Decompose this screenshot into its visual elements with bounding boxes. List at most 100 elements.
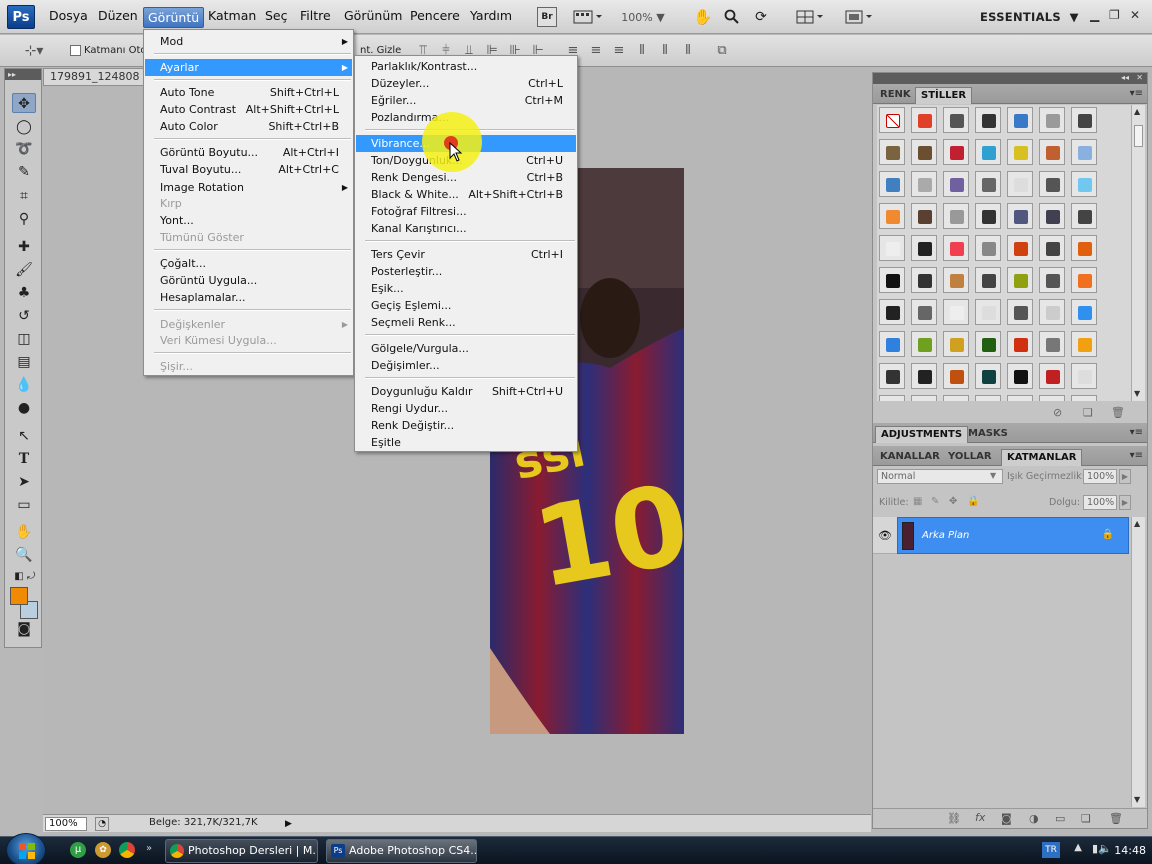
toolbox-header[interactable]: ▸▸ [5,69,41,80]
direct-select-tool-icon[interactable]: ➤ [12,472,36,492]
style-swatch[interactable] [1039,267,1065,293]
tab-renk[interactable]: RENK [875,87,916,104]
view-extras-button[interactable] [570,7,606,27]
menu-goruntu[interactable]: Görüntü [143,7,205,28]
distribute-hcenter-icon[interactable]: ⦀ [657,43,673,59]
style-swatch[interactable] [1071,395,1097,401]
style-swatch[interactable] [975,171,1001,197]
menu-item-black-white[interactable]: Black & White... Alt+Shift+Ctrl+B [356,186,576,203]
brush-tool-icon[interactable]: 🖌 [12,260,36,280]
distribute-left-icon[interactable]: ⦀ [634,43,650,59]
style-swatch[interactable] [879,267,905,293]
style-swatch[interactable] [911,203,937,229]
style-swatch[interactable] [943,203,969,229]
history-brush-tool-icon[interactable]: ↺ [12,306,36,326]
style-swatch[interactable] [1071,139,1097,165]
tab-masks[interactable]: MASKS [963,426,1013,443]
lock-transparent-icon[interactable]: ▦ [913,496,922,507]
blend-mode-select[interactable]: Normal [877,469,1003,484]
menu-item-photo-filter[interactable]: Fotoğraf Filtresi... [356,203,576,220]
style-swatch[interactable] [943,107,969,133]
style-swatch[interactable] [975,235,1001,261]
menu-item-apply-image[interactable]: Görüntü Uygula... [145,272,352,289]
tab-kanallar[interactable]: KANALLAR [875,449,945,466]
menu-item-trim[interactable]: Yont... [145,212,352,229]
style-swatch[interactable] [1071,107,1097,133]
quick-select-tool-icon[interactable]: ✎ [12,162,36,182]
arrange-documents-button[interactable] [793,7,829,27]
style-swatch[interactable] [943,139,969,165]
style-swatch[interactable] [879,171,905,197]
style-swatch[interactable] [1071,267,1097,293]
chrome-icon[interactable] [119,842,135,858]
menu-sec[interactable]: Seç [265,8,288,23]
new-group-icon[interactable]: ▭ [1055,812,1065,825]
menu-item-selective-color[interactable]: Seçmeli Renk... [356,314,576,331]
menu-filtre[interactable]: Filtre [300,8,331,23]
style-swatch[interactable] [1039,395,1065,401]
collapse-panels-icon[interactable]: ◂◂ [1121,73,1129,82]
style-swatch[interactable] [975,107,1001,133]
menu-item-invert[interactable]: Ters Çevir Ctrl+I [356,246,576,263]
style-swatch[interactable] [1039,363,1065,389]
menu-item-posterize[interactable]: Posterleştir... [356,263,576,280]
style-swatch[interactable] [975,299,1001,325]
close-panel-icon[interactable]: ✕ [1136,73,1143,82]
panel-menu-icon[interactable]: ▾≡ [1130,450,1143,461]
auto-align-icon[interactable]: ⧉ [714,43,730,59]
style-swatch[interactable] [1007,107,1033,133]
style-swatch[interactable] [1039,331,1065,357]
opacity-field[interactable]: 100% [1083,469,1117,484]
taskbar-chrome-window[interactable]: Photoshop Dersleri | M... [165,839,318,863]
swap-colors-icon[interactable]: ⤾ [25,567,37,587]
style-swatch[interactable] [879,235,905,261]
delete-layer-icon[interactable]: 🗑 [1109,812,1123,825]
layer-row[interactable]: Arka Plan 🔒 [897,517,1129,554]
style-swatch[interactable] [975,267,1001,293]
menu-item-shadows-highlights[interactable]: Gölgele/Vurgula... [356,340,576,357]
menu-item-auto-color[interactable]: Auto Color Shift+Ctrl+B [145,118,352,135]
style-swatch[interactable] [1039,235,1065,261]
document-tab[interactable]: 179891_124808 [43,68,148,86]
menu-item-image-rotation[interactable]: Image Rotation ▶ [145,179,352,196]
style-swatch[interactable] [975,139,1001,165]
menu-item-threshold[interactable]: Eşik... [356,280,576,297]
style-swatch[interactable] [1007,267,1033,293]
add-mask-icon[interactable]: ◙ [1001,812,1012,825]
menu-item-variations[interactable]: Değişimler... [356,357,576,374]
style-swatch[interactable] [1071,171,1097,197]
menu-pencere[interactable]: Pencere [410,8,460,23]
type-tool-icon[interactable]: T [12,449,36,469]
lock-pixels-icon[interactable]: ✎ [931,496,939,507]
layers-scrollbar[interactable]: ▲ ▼ [1131,517,1145,807]
style-swatch[interactable] [1007,139,1033,165]
marquee-tool-icon[interactable]: ◯ [12,117,36,137]
style-swatch[interactable] [1039,171,1065,197]
style-swatch[interactable] [975,331,1001,357]
style-swatch[interactable] [943,171,969,197]
volume-icon[interactable]: 🔈 [1098,842,1112,855]
foreground-color-swatch[interactable] [10,587,28,605]
new-style-icon[interactable]: ❏ [1083,406,1093,419]
style-swatch[interactable] [879,331,905,357]
styles-scrollbar[interactable]: ▲ ▼ [1131,105,1145,401]
tab-stiller[interactable]: STİLLER [915,87,973,104]
menu-item-brightness-contrast[interactable]: Parlaklık/Kontrast... [356,58,576,75]
clock[interactable]: 14:48 [1114,844,1146,857]
style-swatch[interactable] [943,267,969,293]
style-swatch[interactable] [911,331,937,357]
style-swatch[interactable] [911,363,937,389]
tab-adjustments[interactable]: ADJUSTMENTS [875,426,969,443]
style-swatch[interactable] [1007,171,1033,197]
gradient-tool-icon[interactable]: ▤ [12,352,36,372]
zoom-tool-icon[interactable] [722,7,742,27]
tab-katmanlar[interactable]: KATMANLAR [1001,449,1083,466]
style-swatch[interactable] [943,299,969,325]
style-swatch[interactable] [1007,203,1033,229]
minimize-icon[interactable]: ▁ [1090,8,1099,22]
start-button[interactable] [6,833,46,864]
style-swatch[interactable] [911,267,937,293]
clear-style-icon[interactable]: ⊘ [1053,406,1062,419]
clone-stamp-tool-icon[interactable]: ♣ [12,283,36,303]
bridge-button[interactable]: Br [537,7,557,27]
